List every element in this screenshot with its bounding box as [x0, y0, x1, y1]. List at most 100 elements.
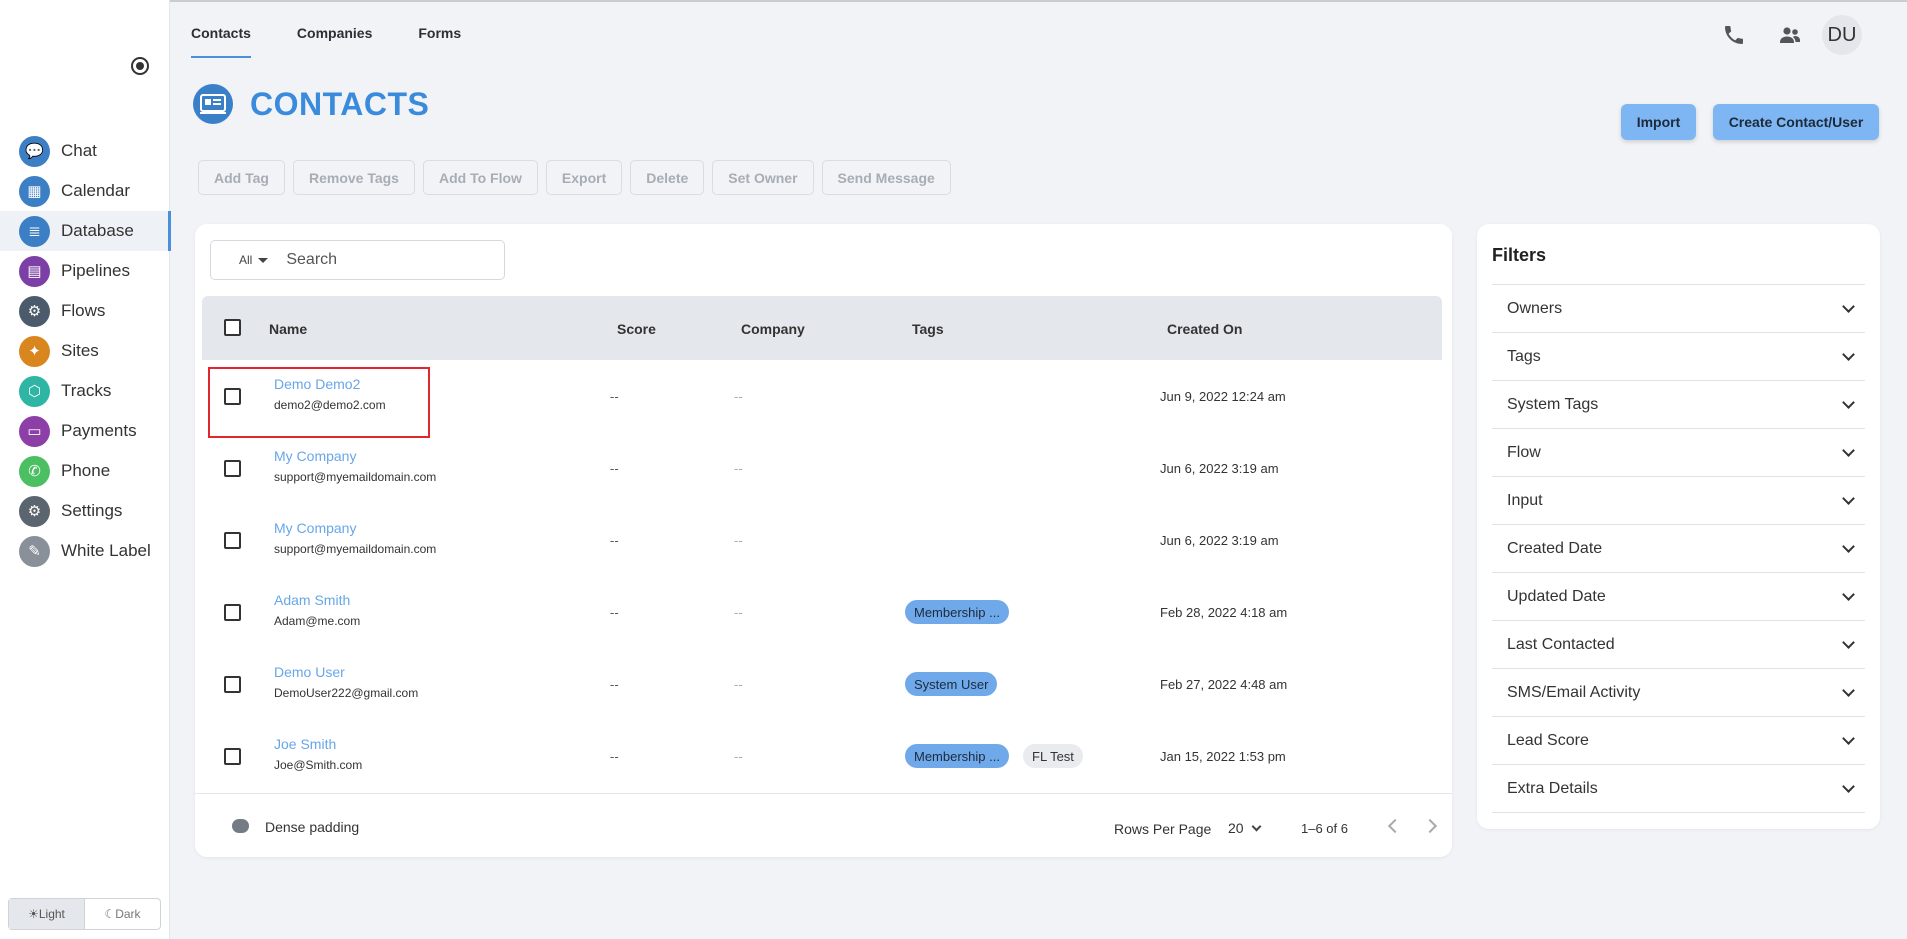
- top-right-toolbar: DU: [1690, 15, 1862, 55]
- row-checkbox[interactable]: [224, 460, 241, 477]
- contact-name-link[interactable]: Demo User: [274, 664, 345, 680]
- user-avatar[interactable]: DU: [1822, 15, 1862, 55]
- filter-last-contacted[interactable]: Last Contacted: [1492, 621, 1865, 669]
- table-row[interactable]: Joe Smith Joe@Smith.com -- -- Membership ...…: [195, 720, 1452, 792]
- sidebar-item-payments[interactable]: ▭ Payments: [0, 411, 170, 451]
- row-checkbox[interactable]: [224, 604, 241, 621]
- phone-icon[interactable]: [1722, 23, 1746, 47]
- add-tag-button[interactable]: Add Tag: [198, 160, 285, 195]
- filter-tags[interactable]: Tags: [1492, 333, 1865, 381]
- next-page-icon[interactable]: [1422, 818, 1438, 834]
- column-score[interactable]: Score: [617, 321, 656, 337]
- delete-button[interactable]: Delete: [630, 160, 705, 195]
- chevron-down-icon: [1842, 347, 1855, 361]
- contact-email: Adam@me.com: [274, 614, 361, 628]
- sidebar-item-flows[interactable]: ⚙ Flows: [0, 291, 170, 331]
- filter-updated-date[interactable]: Updated Date: [1492, 573, 1865, 621]
- filter-input[interactable]: Input: [1492, 477, 1865, 525]
- tag-badge[interactable]: Membership ...: [905, 744, 1009, 768]
- filter-sms-email-activity[interactable]: SMS/Email Activity: [1492, 669, 1865, 717]
- moon-icon: ☾: [104, 907, 116, 921]
- filter-label: Tags: [1507, 347, 1541, 365]
- theme-light-label: Light: [38, 907, 65, 921]
- tag-badge[interactable]: System User: [905, 672, 998, 696]
- filter-label: Last Contacted: [1507, 635, 1615, 653]
- company-value: --: [734, 389, 743, 404]
- column-company[interactable]: Company: [741, 321, 805, 337]
- contact-name-link[interactable]: My Company: [274, 448, 356, 464]
- rows-per-page-value: 20: [1228, 820, 1244, 836]
- filter-created-date[interactable]: Created Date: [1492, 525, 1865, 573]
- score-value: --: [610, 533, 619, 548]
- sidebar-item-chat[interactable]: 💬 Chat: [0, 131, 170, 171]
- previous-page-icon[interactable]: [1387, 818, 1403, 834]
- select-all-checkbox[interactable]: [224, 319, 241, 336]
- filter-label: Input: [1507, 491, 1543, 509]
- create-contact-button[interactable]: Create Contact/User: [1713, 104, 1879, 140]
- tag-badge[interactable]: Membership ...: [905, 600, 1009, 624]
- clipboard-icon: ▤: [19, 255, 50, 287]
- table-row[interactable]: Adam Smith Adam@me.com -- -- Membership ... F…: [195, 576, 1452, 648]
- score-value: --: [610, 749, 619, 764]
- tab-companies[interactable]: Companies: [297, 0, 372, 58]
- set-owner-button[interactable]: Set Owner: [712, 160, 814, 195]
- tracks-icon: ⬡: [19, 375, 50, 407]
- export-button[interactable]: Export: [545, 160, 623, 195]
- filter-owners[interactable]: Owners: [1492, 285, 1865, 333]
- row-checkbox[interactable]: [224, 532, 241, 549]
- sidebar-item-tracks[interactable]: ⬡ Tracks: [0, 371, 170, 411]
- contact-email: Joe@Smith.com: [274, 758, 363, 772]
- filter-label: Owners: [1507, 299, 1563, 317]
- sidebar-item-label: Settings: [61, 501, 123, 520]
- tab-contacts[interactable]: Contacts: [191, 0, 251, 58]
- sidebar-item-database[interactable]: ≣ Database: [0, 211, 171, 251]
- search-input[interactable]: [286, 251, 487, 269]
- send-message-button[interactable]: Send Message: [821, 160, 951, 195]
- filter-lead-score[interactable]: Lead Score: [1492, 717, 1865, 765]
- filter-extra-details[interactable]: Extra Details: [1492, 765, 1865, 813]
- row-checkbox[interactable]: [224, 748, 241, 765]
- contact-name-link[interactable]: Adam Smith: [274, 592, 350, 608]
- table-header: Name Score Company Tags Created On: [202, 296, 1442, 360]
- sun-icon: ☀: [28, 907, 39, 921]
- contacts-group-icon[interactable]: [1778, 23, 1802, 47]
- filter-system-tags[interactable]: System Tags: [1492, 381, 1865, 429]
- chevron-down-icon: [1842, 539, 1855, 553]
- score-value: --: [610, 605, 619, 620]
- sidebar-item-calendar[interactable]: ▦ Calendar: [0, 171, 170, 211]
- table-row[interactable]: My Company support@myemaildomain.com -- -- J…: [195, 432, 1452, 504]
- sidebar-item-label: Chat: [61, 141, 97, 160]
- chevron-down-icon: [1842, 299, 1855, 313]
- search-scope-select[interactable]: All: [239, 253, 269, 267]
- created-on-value: Feb 27, 2022 4:48 am: [1160, 677, 1288, 692]
- dense-padding-toggle[interactable]: [232, 819, 249, 833]
- filter-label: Lead Score: [1507, 731, 1589, 749]
- theme-dark-label: Dark: [115, 907, 141, 921]
- column-name[interactable]: Name: [269, 321, 307, 337]
- sidebar-item-pipelines[interactable]: ▤ Pipelines: [0, 251, 170, 291]
- tab-forms[interactable]: Forms: [418, 0, 461, 58]
- sidebar-item-phone[interactable]: ✆ Phone: [0, 451, 170, 491]
- remove-tags-button[interactable]: Remove Tags: [292, 160, 415, 195]
- tag-badge[interactable]: FL Test: [1023, 744, 1083, 768]
- sidebar-collapse-button[interactable]: [131, 57, 149, 75]
- import-button[interactable]: Import: [1621, 104, 1696, 140]
- rows-per-page-select[interactable]: 20: [1228, 820, 1262, 836]
- contact-name-link[interactable]: My Company: [274, 520, 356, 536]
- column-created-on[interactable]: Created On: [1167, 321, 1242, 337]
- row-checkbox[interactable]: [224, 676, 241, 693]
- filter-flow[interactable]: Flow: [1492, 429, 1865, 477]
- add-to-flow-button[interactable]: Add To Flow: [422, 160, 538, 195]
- sidebar-item-sites[interactable]: ✦ Sites: [0, 331, 170, 371]
- theme-toggle[interactable]: ☀ Light ☾ Dark: [8, 898, 161, 930]
- theme-light-option[interactable]: ☀ Light: [9, 899, 85, 929]
- contact-name-link[interactable]: Joe Smith: [274, 736, 336, 752]
- sidebar-item-settings[interactable]: ⚙ Settings: [0, 491, 170, 531]
- settings-gear-icon: ⚙: [19, 495, 50, 527]
- theme-dark-option[interactable]: ☾ Dark: [85, 899, 160, 929]
- sidebar-item-white-label[interactable]: ✎ White Label: [0, 531, 170, 571]
- table-row[interactable]: My Company support@myemaildomain.com -- -- J…: [195, 504, 1452, 576]
- filter-label: System Tags: [1507, 395, 1599, 413]
- table-row[interactable]: Demo User DemoUser222@gmail.com -- -- System…: [195, 648, 1452, 720]
- chevron-down-icon: [1842, 491, 1855, 505]
